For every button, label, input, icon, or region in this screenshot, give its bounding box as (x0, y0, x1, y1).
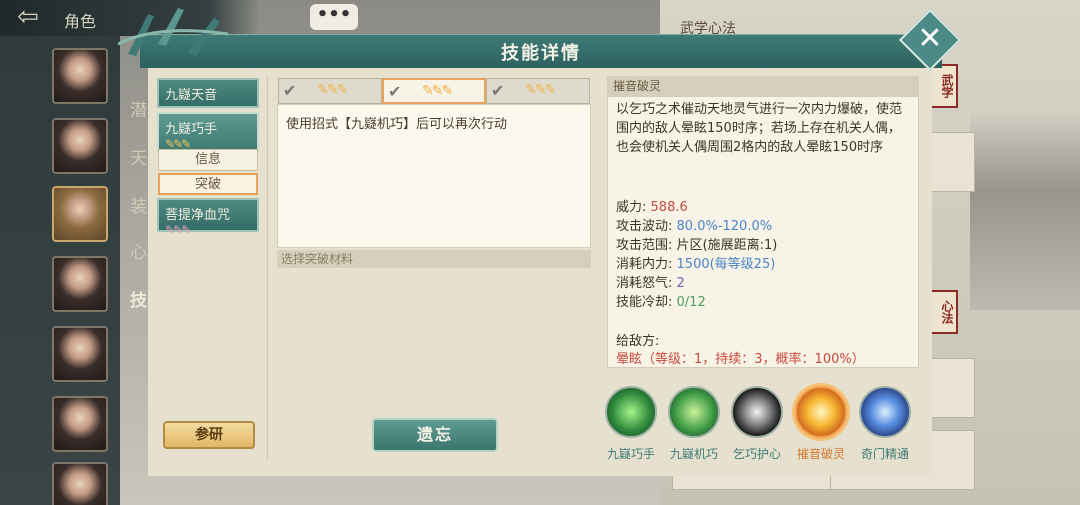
menu-label-mind[interactable]: 心 (130, 238, 147, 263)
enemy-effect-label: 给敌方: (616, 334, 660, 349)
forget-button[interactable]: 遗忘 (372, 418, 498, 452)
check-icon: ✔ (491, 81, 505, 100)
research-button[interactable]: 参研 (163, 421, 255, 449)
skill-name-header: 摧音破灵 (607, 76, 919, 96)
menu-label-talent[interactable]: 天 (130, 144, 147, 169)
chat-bubble-icon[interactable]: ••• (310, 4, 358, 30)
stat-label: 技能冷却: (616, 295, 673, 310)
stat-cooldown: 技能冷却: 0/12 (616, 291, 706, 310)
stat-value: 1500(每等级25) (676, 257, 776, 272)
stat-value: 80.0%-120.0% (676, 219, 773, 234)
menu-label-potential[interactable]: 潜 (130, 96, 147, 121)
breakthrough-effect-box: 使用招式【九嶷机巧】后可以再次行动 (277, 104, 591, 248)
stat-label: 威力: (616, 200, 647, 215)
skill-tab-label: 九嶷天音 (165, 88, 218, 103)
stat-wave: 攻击波动: 80.0%-120.0% (616, 215, 772, 234)
stat-label: 消耗怒气: (616, 276, 673, 291)
enemy-effect-value: 晕眩（等级：1，持续：3，概率：100%） (616, 352, 865, 367)
skill-icon-label: 奇门精通 (860, 447, 909, 461)
stat-range: 攻击范围: 片区(施展距离:1) (616, 234, 777, 253)
breakthrough-tab[interactable]: 突破 (158, 173, 258, 195)
skill-icon-label: 九嶷机巧 (669, 447, 718, 461)
stat-label: 消耗内力: (616, 257, 673, 272)
breakthrough-stage-tab[interactable]: ✔ ✎✎✎ (278, 78, 382, 104)
green-hand-icon[interactable] (605, 386, 657, 438)
skill-description: 以乞巧之术催动天地灵气进行一次内力爆破，使范围内的敌人晕眩150时序；若场上存在… (616, 102, 903, 155)
blue-pillar-icon[interactable] (859, 386, 911, 438)
check-icon: ✔ (283, 81, 297, 100)
breakthrough-effect-text: 使用招式【九嶷机巧】后可以再次行动 (286, 117, 508, 132)
check-icon: ✔ (388, 82, 402, 101)
menu-label-skill[interactable]: 技 (130, 286, 147, 311)
character-avatar[interactable] (52, 462, 108, 505)
menu-label-equip[interactable]: 装 (130, 192, 147, 217)
character-avatar[interactable] (52, 326, 108, 382)
stat-label: 攻击范围: (616, 238, 673, 253)
skill-tab-jiuyi-qiaoshou[interactable]: 九嶷巧手 ✎✎✎ (157, 112, 259, 152)
quill-rank-icon: ✎✎✎ (525, 82, 556, 98)
material-section-header: 选择突破材料 (277, 250, 591, 268)
skill-icon-label: 九嶷巧手 (606, 447, 655, 461)
skill-icon-label: 乞巧护心 (732, 447, 781, 461)
stat-value: 片区(施展距离:1) (676, 238, 778, 253)
page-title: 角色 (64, 12, 97, 31)
dialog-header: 技能详情 (140, 34, 942, 68)
stat-value: 588.6 (650, 200, 688, 215)
column-divider (267, 76, 268, 460)
character-avatar[interactable] (52, 396, 108, 452)
quill-rank-icon: ✎✎✎ (422, 83, 453, 99)
green-mechanism-icon[interactable] (668, 386, 720, 438)
breakthrough-stage-tab-selected[interactable]: ✔ ✎✎✎ (382, 78, 486, 104)
sword-decoration-icon (118, 8, 229, 56)
stat-rage-cost: 消耗怒气: 2 (616, 272, 685, 291)
stat-value: 2 (676, 276, 685, 291)
gear-shield-icon[interactable] (731, 386, 783, 438)
orange-burst-icon[interactable] (795, 386, 847, 438)
stat-power: 威力: 588.6 (616, 196, 688, 215)
skill-tab-label: 菩提净血咒 (165, 208, 231, 223)
stat-mp-cost: 消耗内力: 1500(每等级25) (616, 253, 775, 272)
character-avatar[interactable] (52, 118, 108, 174)
skill-tab-label: 九嶷巧手 (165, 122, 218, 137)
stat-label: 攻击波动: (616, 219, 673, 234)
back-arrow-icon[interactable]: ⇦ (8, 4, 48, 32)
pavilion-illustration (970, 110, 1080, 310)
dialog-title: 技能详情 (501, 43, 581, 64)
quill-rank-icon: ✎✎✎ (317, 82, 348, 98)
stat-value: 0/12 (676, 295, 706, 310)
skill-tab-jiuyi-tianyin[interactable]: 九嶷天音 (157, 78, 259, 108)
character-avatar[interactable] (52, 48, 108, 104)
character-avatar-selected[interactable] (52, 186, 108, 242)
quill-rank-icon: ✎✎✎ (165, 223, 191, 237)
skill-tab-puti-jingxue[interactable]: 菩提净血咒 ✎✎✎ (157, 198, 259, 237)
breakthrough-stage-tab[interactable]: ✔ ✎✎✎ (486, 78, 590, 104)
skill-icon-label: 摧音破灵 (796, 447, 845, 461)
close-icon[interactable]: ✕ (908, 18, 952, 62)
character-avatar[interactable] (52, 256, 108, 312)
info-tab[interactable]: 信息 (158, 149, 258, 171)
